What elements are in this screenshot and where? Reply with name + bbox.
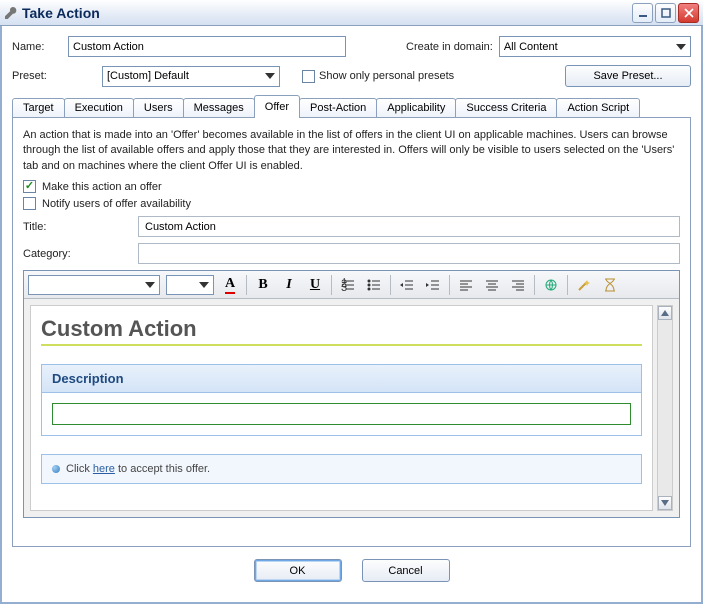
personal-presets-checkbox[interactable] — [302, 70, 315, 83]
offer-title-input[interactable] — [138, 216, 680, 237]
accept-text-pre: Click — [66, 463, 93, 475]
heading-rule — [41, 344, 642, 346]
close-button[interactable] — [678, 3, 699, 23]
domain-label: Create in domain: — [406, 41, 493, 53]
tab-applicability[interactable]: Applicability — [376, 98, 456, 118]
svg-text:3: 3 — [341, 282, 347, 292]
description-section-head: Description — [41, 364, 642, 393]
ok-button[interactable]: OK — [254, 559, 342, 582]
indent-icon[interactable] — [423, 275, 443, 295]
name-input[interactable] — [68, 36, 346, 57]
offer-title-label: Title: — [23, 221, 138, 233]
tab-action-script[interactable]: Action Script — [556, 98, 640, 118]
hyperlink-icon[interactable] — [541, 275, 561, 295]
editor-document[interactable]: Custom Action Description Click here to … — [30, 305, 653, 511]
description-input-box[interactable] — [52, 403, 631, 425]
align-left-icon[interactable] — [456, 275, 476, 295]
editor-scrollbar[interactable] — [657, 305, 673, 511]
window-title: Take Action — [22, 5, 632, 21]
underline-icon[interactable]: U — [305, 275, 325, 295]
make-offer-label: Make this action an offer — [42, 181, 162, 193]
font-color-icon[interactable]: A — [220, 275, 240, 295]
tab-offer[interactable]: Offer — [254, 95, 300, 118]
domain-select[interactable]: All Content — [499, 36, 691, 57]
align-center-icon[interactable] — [482, 275, 502, 295]
minimize-button[interactable] — [632, 3, 653, 23]
description-editor: A B I U 123 — [23, 270, 680, 518]
bulleted-list-icon[interactable] — [364, 275, 384, 295]
outdent-icon[interactable] — [397, 275, 417, 295]
tab-users[interactable]: Users — [133, 98, 184, 118]
tab-messages[interactable]: Messages — [183, 98, 255, 118]
wand-icon[interactable] — [574, 275, 594, 295]
notify-checkbox[interactable] — [23, 197, 36, 210]
offer-help-text: An action that is made into an 'Offer' b… — [23, 128, 680, 174]
save-preset-button[interactable]: Save Preset... — [565, 65, 691, 87]
accept-text-post: to accept this offer. — [115, 463, 210, 475]
tab-target[interactable]: Target — [12, 98, 65, 118]
offer-category-label: Category: — [23, 248, 138, 260]
scroll-down-icon[interactable] — [658, 496, 672, 510]
tab-execution[interactable]: Execution — [64, 98, 134, 118]
font-size-select[interactable] — [166, 275, 214, 295]
bullet-icon — [52, 465, 60, 473]
scroll-up-icon[interactable] — [658, 306, 672, 320]
tab-post-action[interactable]: Post-Action — [299, 98, 377, 118]
offer-category-input[interactable] — [138, 243, 680, 264]
italic-icon[interactable]: I — [279, 275, 299, 295]
personal-presets-label: Show only personal presets — [319, 70, 454, 82]
bold-icon[interactable]: B — [253, 275, 273, 295]
numbered-list-icon[interactable]: 123 — [338, 275, 358, 295]
align-right-icon[interactable] — [508, 275, 528, 295]
tab-success-criteria[interactable]: Success Criteria — [455, 98, 557, 118]
preset-label: Preset: — [12, 70, 102, 82]
hourglass-icon[interactable] — [600, 275, 620, 295]
maximize-button[interactable] — [655, 3, 676, 23]
cancel-button[interactable]: Cancel — [362, 559, 450, 582]
app-icon — [4, 6, 18, 20]
accept-link[interactable]: here — [93, 463, 115, 475]
notify-label: Notify users of offer availability — [42, 198, 191, 210]
accept-offer-row: Click here to accept this offer. — [41, 454, 642, 484]
make-offer-checkbox[interactable] — [23, 180, 36, 193]
preset-select[interactable]: [Custom] Default — [102, 66, 280, 87]
description-section-body — [41, 393, 642, 436]
font-family-select[interactable] — [28, 275, 160, 295]
name-label: Name: — [12, 41, 68, 53]
doc-heading: Custom Action — [41, 316, 642, 342]
